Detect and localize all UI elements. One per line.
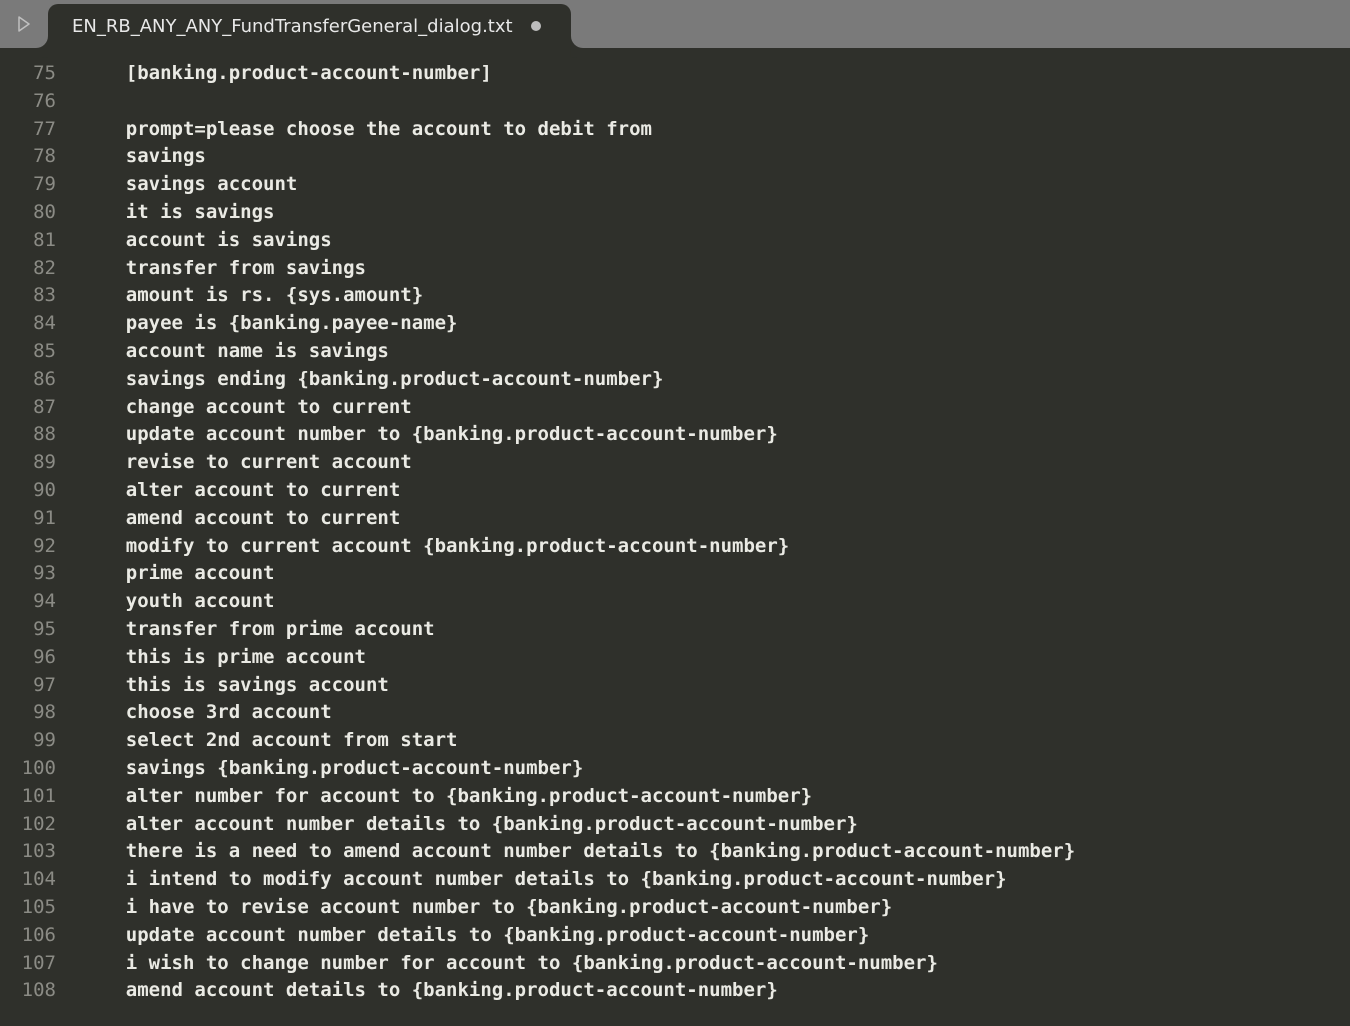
code-line[interactable]: prime account <box>80 560 1350 588</box>
line-number: 82 <box>0 255 70 283</box>
code-line[interactable]: [banking.product-account-number] <box>80 60 1350 88</box>
line-number: 86 <box>0 366 70 394</box>
line-number: 78 <box>0 143 70 171</box>
code-content[interactable]: [banking.product-account-number] prompt=… <box>70 48 1350 1026</box>
line-number: 102 <box>0 811 70 839</box>
code-line[interactable]: prompt=please choose the account to debi… <box>80 116 1350 144</box>
line-number: 101 <box>0 783 70 811</box>
code-line[interactable]: change account to current <box>80 394 1350 422</box>
line-number: 90 <box>0 477 70 505</box>
code-line[interactable]: savings account <box>80 171 1350 199</box>
line-number: 77 <box>0 116 70 144</box>
code-line[interactable]: transfer from savings <box>80 255 1350 283</box>
code-line[interactable]: alter account number details to {banking… <box>80 811 1350 839</box>
code-line[interactable]: this is prime account <box>80 644 1350 672</box>
line-number: 79 <box>0 171 70 199</box>
line-number: 87 <box>0 394 70 422</box>
code-line[interactable]: update account number details to {bankin… <box>80 922 1350 950</box>
code-line[interactable]: amount is rs. {sys.amount} <box>80 282 1350 310</box>
code-line[interactable]: i intend to modify account number detail… <box>80 866 1350 894</box>
line-number: 100 <box>0 755 70 783</box>
code-line[interactable]: alter number for account to {banking.pro… <box>80 783 1350 811</box>
line-number: 93 <box>0 560 70 588</box>
line-number: 108 <box>0 977 70 1005</box>
line-number: 84 <box>0 310 70 338</box>
code-line[interactable]: alter account to current <box>80 477 1350 505</box>
code-line[interactable]: it is savings <box>80 199 1350 227</box>
code-line[interactable]: modify to current account {banking.produ… <box>80 533 1350 561</box>
title-bar: EN_RB_ANY_ANY_FundTransferGeneral_dialog… <box>0 0 1350 48</box>
code-line[interactable]: account is savings <box>80 227 1350 255</box>
code-line[interactable]: revise to current account <box>80 449 1350 477</box>
code-line[interactable]: youth account <box>80 588 1350 616</box>
code-line[interactable]: savings <box>80 143 1350 171</box>
line-number: 98 <box>0 699 70 727</box>
line-number: 92 <box>0 533 70 561</box>
line-number: 107 <box>0 950 70 978</box>
code-line[interactable]: this is savings account <box>80 672 1350 700</box>
line-number: 96 <box>0 644 70 672</box>
line-number: 88 <box>0 421 70 449</box>
line-number: 97 <box>0 672 70 700</box>
code-line[interactable]: choose 3rd account <box>80 699 1350 727</box>
code-line[interactable]: savings {banking.product-account-number} <box>80 755 1350 783</box>
tab-active[interactable]: EN_RB_ANY_ANY_FundTransferGeneral_dialog… <box>48 4 571 48</box>
line-number: 75 <box>0 60 70 88</box>
code-line[interactable]: savings ending {banking.product-account-… <box>80 366 1350 394</box>
code-line[interactable]: amend account details to {banking.produc… <box>80 977 1350 1005</box>
line-number: 91 <box>0 505 70 533</box>
line-number: 105 <box>0 894 70 922</box>
code-line[interactable]: amend account to current <box>80 505 1350 533</box>
line-number: 95 <box>0 616 70 644</box>
line-number: 99 <box>0 727 70 755</box>
line-number: 89 <box>0 449 70 477</box>
line-number: 104 <box>0 866 70 894</box>
code-line[interactable]: account name is savings <box>80 338 1350 366</box>
dirty-indicator-icon <box>531 21 541 31</box>
editor-area[interactable]: 7576777879808182838485868788899091929394… <box>0 48 1350 1026</box>
line-number: 94 <box>0 588 70 616</box>
code-line[interactable]: i wish to change number for account to {… <box>80 950 1350 978</box>
code-line[interactable] <box>80 88 1350 116</box>
code-line[interactable]: payee is {banking.payee-name} <box>80 310 1350 338</box>
code-line[interactable]: update account number to {banking.produc… <box>80 421 1350 449</box>
line-number: 103 <box>0 838 70 866</box>
tab-title: EN_RB_ANY_ANY_FundTransferGeneral_dialog… <box>72 16 513 37</box>
tab-bar: EN_RB_ANY_ANY_FundTransferGeneral_dialog… <box>48 0 571 48</box>
code-line[interactable]: select 2nd account from start <box>80 727 1350 755</box>
line-number-gutter: 7576777879808182838485868788899091929394… <box>0 48 70 1026</box>
line-number: 76 <box>0 88 70 116</box>
code-line[interactable]: transfer from prime account <box>80 616 1350 644</box>
code-line[interactable]: i have to revise account number to {bank… <box>80 894 1350 922</box>
line-number: 85 <box>0 338 70 366</box>
line-number: 83 <box>0 282 70 310</box>
code-line[interactable]: there is a need to amend account number … <box>80 838 1350 866</box>
line-number: 80 <box>0 199 70 227</box>
line-number: 106 <box>0 922 70 950</box>
line-number: 81 <box>0 227 70 255</box>
